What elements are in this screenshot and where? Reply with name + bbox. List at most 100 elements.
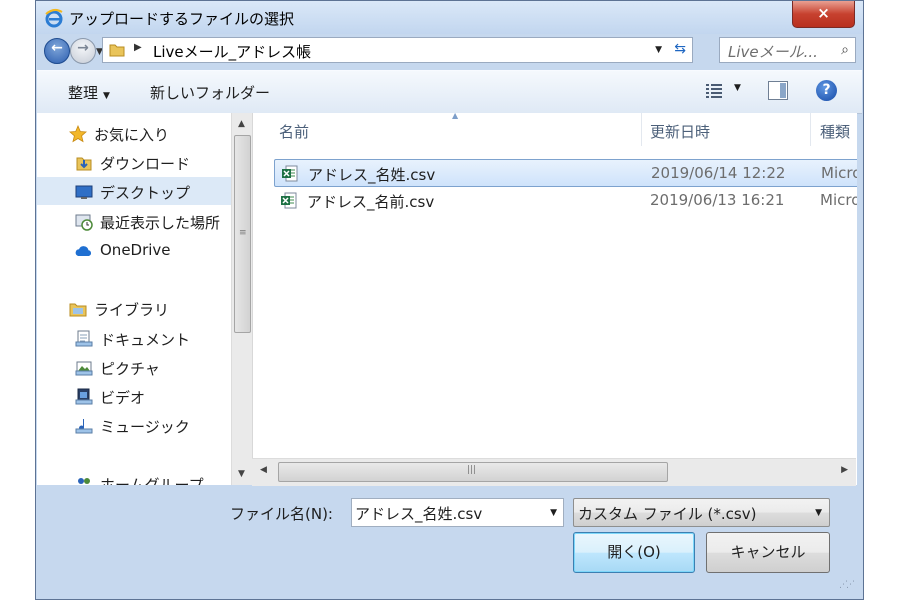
resize-grip-icon[interactable]: ⋰⋰ (839, 580, 855, 590)
nav-item-label: 最近表示した場所 (100, 214, 221, 232)
search-box[interactable]: Liveメール... ⌕ (719, 37, 856, 63)
filename-dropdown-icon[interactable]: ▼ (550, 508, 557, 518)
file-row[interactable]: アドレス_名姓.csv 2019/06/14 12:22 Micro (274, 159, 857, 187)
sort-ascending-icon: ▲ (452, 113, 459, 120)
column-header-type[interactable]: 種類 (811, 113, 857, 146)
filename-value[interactable]: アドレス_名姓.csv (355, 503, 482, 524)
column-name-label: 名前 (279, 123, 310, 141)
address-dropdown-icon[interactable]: ▼ (655, 45, 662, 55)
scroll-up-arrow-icon[interactable]: ▲ (238, 119, 245, 129)
nav-vertical-scrollbar[interactable]: ▲ ≡ ▼ (231, 113, 252, 485)
organize-label: 整理 (68, 84, 99, 102)
filename-combobox[interactable]: アドレス_名姓.csv ▼ (351, 498, 564, 527)
nav-item-recent-places[interactable]: 最近表示した場所 (37, 207, 231, 235)
library-folder-icon (69, 303, 87, 317)
grip-icon: ≡ (239, 228, 247, 238)
nav-item-documents[interactable]: ドキュメント (37, 324, 231, 352)
nav-item-libraries[interactable]: ライブラリ (37, 294, 231, 322)
view-dropdown-icon[interactable]: ▼ (734, 83, 741, 93)
help-icon[interactable]: ? (816, 80, 837, 101)
documents-icon (75, 330, 93, 347)
filename-label: ファイル名(N): (230, 505, 333, 523)
open-button[interactable]: 開く(O) (573, 532, 695, 573)
breadcrumb-chevron-icon[interactable]: ▶ (134, 42, 142, 53)
back-button[interactable]: ← (44, 38, 70, 64)
video-icon (75, 388, 93, 405)
nav-item-label: お気に入り (94, 126, 170, 144)
nav-item-label: ダウンロード (100, 155, 191, 173)
downloads-folder-icon (76, 157, 92, 171)
new-folder-button[interactable]: 新しいフォルダー (150, 82, 270, 103)
forward-arrow-icon: → (77, 40, 89, 56)
cloud-icon (75, 246, 92, 256)
nav-item-music[interactable]: ミュージック (37, 411, 231, 439)
nav-item-label: ビデオ (100, 389, 146, 407)
grip-icon: ||| (467, 465, 477, 475)
cancel-button[interactable]: キャンセル (706, 532, 830, 573)
scroll-down-arrow-icon[interactable]: ▼ (238, 469, 245, 479)
nav-item-pictures[interactable]: ピクチャ (37, 353, 231, 381)
desktop-icon (75, 185, 93, 199)
file-list: 名前 ▲ 更新日時 種類 アドレス_名姓.csv 2019/06/14 12:2… (252, 113, 857, 485)
excel-csv-icon (282, 165, 298, 182)
nav-item-label: ライブラリ (94, 301, 170, 319)
file-type: Micro (820, 191, 857, 209)
breadcrumb-path[interactable]: Liveメール_アドレス帳 (153, 41, 311, 62)
command-bar: 整理 ▼ 新しいフォルダー ▼ ? (37, 70, 862, 114)
search-placeholder: Liveメール... (728, 43, 818, 61)
refresh-icon[interactable]: ⇆ (674, 41, 686, 57)
organize-button[interactable]: 整理 ▼ (68, 82, 110, 103)
nav-item-label: デスクトップ (100, 184, 191, 202)
organize-dropdown-icon: ▼ (103, 91, 110, 101)
search-icon[interactable]: ⌕ (841, 42, 849, 58)
window-title: アップロードするファイルの選択 (69, 10, 295, 28)
file-open-dialog: アップロードするファイルの選択 × ← → ▼ ▶ Liveメール_アドレス帳 … (35, 0, 864, 600)
column-type-label: 種類 (820, 123, 851, 141)
scroll-thumb[interactable]: ||| (278, 462, 668, 482)
nav-item-label: ホームグループ (100, 476, 204, 485)
file-type: Micro (821, 164, 857, 182)
folder-icon (109, 44, 125, 57)
nav-item-homegroup[interactable]: ホームグループ (37, 469, 231, 485)
file-list-horizontal-scrollbar[interactable]: ◀ ||| ▶ (252, 458, 856, 486)
file-name: アドレス_名姓.csv (308, 166, 436, 184)
internet-explorer-icon (45, 8, 63, 28)
scroll-left-arrow-icon[interactable]: ◀ (260, 465, 267, 475)
nav-item-favorites[interactable]: お気に入り (37, 119, 231, 147)
file-date: 2019/06/13 16:21 (650, 191, 785, 209)
column-header-date[interactable]: 更新日時 (642, 113, 812, 146)
scroll-right-arrow-icon[interactable]: ▶ (841, 465, 848, 475)
column-header-name[interactable]: 名前 ▲ (253, 113, 620, 146)
file-type-filter-select[interactable]: カスタム ファイル (*.csv) ▼ (573, 498, 830, 527)
close-button[interactable]: × (792, 1, 855, 28)
nav-item-onedrive[interactable]: OneDrive (37, 236, 231, 264)
view-details-icon[interactable] (705, 82, 723, 100)
nav-item-desktop[interactable]: デスクトップ (37, 177, 231, 205)
scroll-thumb[interactable]: ≡ (234, 135, 251, 333)
nav-item-label: OneDrive (100, 241, 171, 259)
recent-places-icon (75, 214, 93, 231)
column-date-label: 更新日時 (650, 123, 711, 141)
nav-item-label: ピクチャ (100, 360, 160, 378)
file-type-filter-value: カスタム ファイル (*.csv) (578, 505, 757, 523)
music-icon (75, 419, 93, 434)
nav-item-label: ミュージック (100, 418, 190, 436)
file-date: 2019/06/14 12:22 (651, 164, 786, 182)
address-row: ← → ▼ ▶ Liveメール_アドレス帳 ▼ ⇆ Liveメール... ⌕ (36, 34, 863, 70)
nav-item-label: ドキュメント (100, 331, 191, 349)
excel-csv-icon (281, 192, 297, 209)
file-name: アドレス_名前.csv (307, 193, 435, 211)
forward-button[interactable]: → (70, 38, 96, 64)
file-row[interactable]: アドレス_名前.csv 2019/06/13 16:21 Micro (274, 187, 857, 215)
address-bar[interactable]: ▶ Liveメール_アドレス帳 ▼ ⇆ (102, 37, 693, 63)
star-icon (69, 125, 87, 143)
navigation-pane: お気に入り ダウンロード デスクトップ 最近表示した場所 OneDrive ライ… (37, 113, 231, 485)
preview-pane-icon[interactable] (768, 81, 788, 100)
pictures-icon (75, 361, 93, 376)
nav-item-videos[interactable]: ビデオ (37, 382, 231, 410)
filter-dropdown-icon: ▼ (815, 508, 822, 518)
homegroup-icon (78, 478, 90, 484)
nav-item-downloads[interactable]: ダウンロード (37, 148, 231, 176)
title-bar: アップロードするファイルの選択 × (36, 1, 863, 34)
back-arrow-icon: ← (51, 40, 63, 56)
